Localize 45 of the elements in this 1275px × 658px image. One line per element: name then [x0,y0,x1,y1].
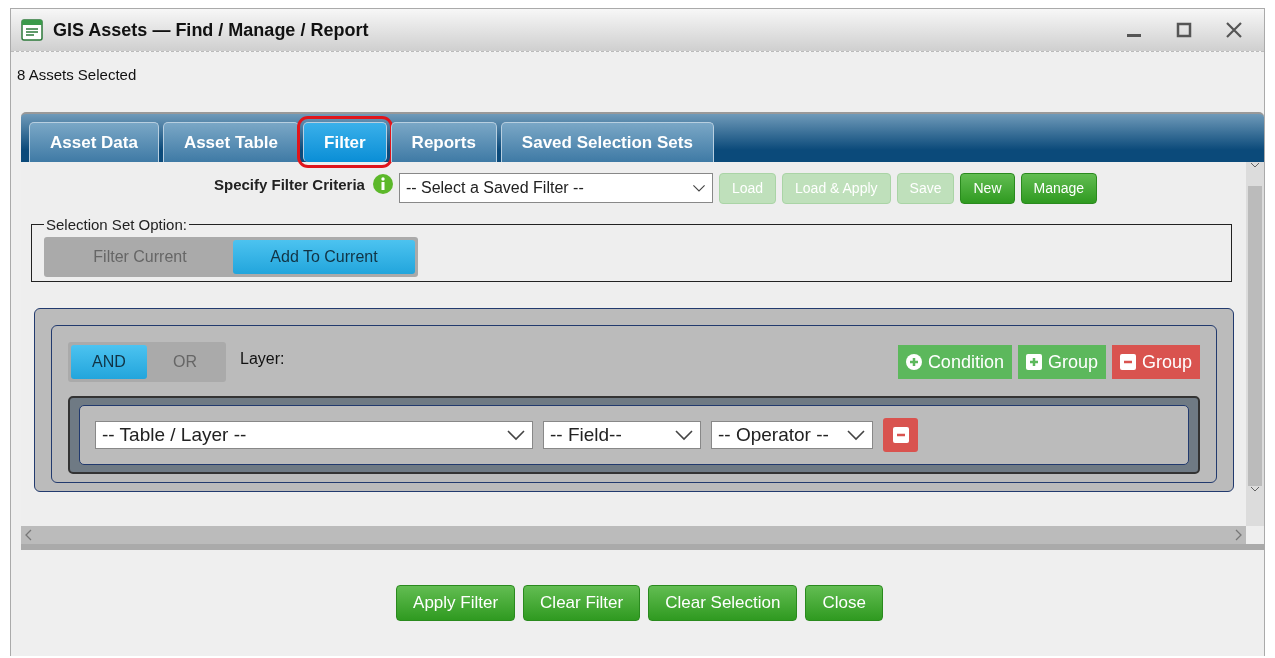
filter-action-button[interactable]: New [960,172,1015,204]
tab[interactable]: Reports [390,122,497,162]
toggle-option[interactable]: Filter Current [47,240,233,274]
footer-button[interactable]: Clear Selection [648,585,798,621]
tab[interactable]: Asset Data [29,122,159,162]
chevron-down-icon [506,429,526,441]
footer-button[interactable]: Close [805,585,883,621]
logic-option[interactable]: OR [147,345,223,379]
filter-action-button[interactable]: Manage [1020,172,1098,204]
layer-label: Layer: [240,350,286,368]
form-icon [21,19,43,41]
saved-filter-select[interactable]: -- Select a Saved Filter -- [398,173,713,203]
remove-condition-button[interactable] [883,418,918,452]
minus-square-icon [892,427,909,443]
field-select[interactable]: -- Field-- [543,421,701,449]
group-action-button[interactable]: Group [1017,345,1106,379]
group-action-button[interactable]: Group [1111,345,1200,379]
footer-button[interactable]: Clear Filter [523,585,641,621]
toggle-option[interactable]: Add To Current [233,240,415,274]
tab[interactable]: Saved Selection Sets [500,122,714,162]
chevron-down-icon [674,429,694,441]
window-title: GIS Assets — Find / Manage / Report [53,19,370,41]
scroll-left-icon [25,529,33,541]
logic-option[interactable]: AND [71,345,147,379]
maximize-icon [1176,22,1192,38]
chevron-down-icon [691,183,706,193]
close-icon [1225,21,1243,39]
operator-select[interactable]: -- Operator -- [711,421,873,449]
scroll-down-icon [1250,486,1260,492]
plus-circle-icon [905,354,922,370]
selection-status: 8 Assets Selected [16,65,138,85]
scroll-up-icon [1250,162,1260,168]
vertical-scrollbar[interactable] [1246,162,1264,526]
table-layer-select[interactable]: -- Table / Layer -- [95,421,533,449]
minus-square-icon [1119,354,1136,370]
chevron-down-icon [846,429,866,441]
filter-criteria-label: Specify Filter Criteria [214,175,365,193]
scroll-right-icon [1234,529,1242,541]
minimize-icon [1127,33,1141,37]
info-icon [372,174,393,194]
tab[interactable]: Asset Table [162,122,300,162]
group-action-button[interactable]: Condition [897,345,1012,379]
footer-button[interactable]: Apply Filter [396,585,516,621]
fieldset-legend: Selection Set Option: [44,216,189,233]
plus-square-icon [1025,354,1042,370]
